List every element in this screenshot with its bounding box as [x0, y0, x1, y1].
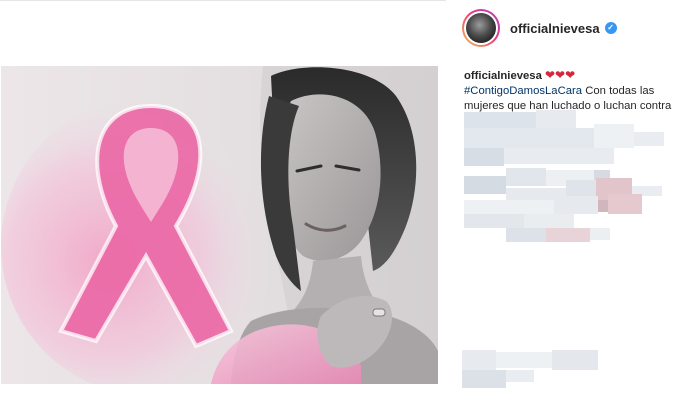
post-sidebar: officialnievesa ✓ officialnievesa ❤❤❤ #C…: [446, 0, 690, 416]
post-photo[interactable]: [1, 66, 438, 384]
verified-badge-icon: ✓: [604, 22, 617, 34]
caption-hashtag[interactable]: #ContigoDamosLaCara: [464, 85, 582, 97]
avatar[interactable]: [462, 9, 500, 47]
post-username[interactable]: officialnievesa: [510, 21, 600, 36]
post-header: officialnievesa ✓: [462, 8, 617, 48]
instagram-post-frame: officialnievesa ✓ officialnievesa ❤❤❤ #C…: [0, 0, 690, 416]
avatar-photo: [466, 13, 496, 43]
heart-emojis: ❤❤❤: [545, 68, 576, 82]
avatar-ring: [464, 11, 498, 45]
post-photo-artwork: [1, 66, 438, 384]
caption-username[interactable]: officialnievesa: [464, 70, 542, 82]
